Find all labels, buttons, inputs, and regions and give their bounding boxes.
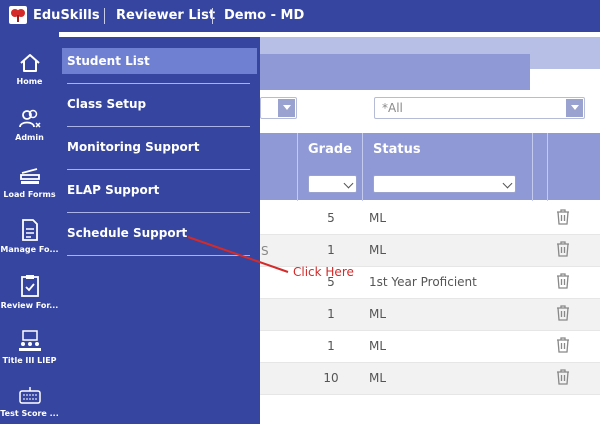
- status-cell: ML: [369, 243, 387, 257]
- sidebar-item-label: Test Score ...: [0, 409, 59, 418]
- status-cell: 1st Year Proficient: [369, 275, 477, 289]
- column-divider: [297, 133, 298, 201]
- classroom-icon: [18, 330, 41, 351]
- navigation-dropdown-menu: Student List Class Setup Monitoring Supp…: [59, 37, 260, 424]
- grade-cell: 1: [327, 243, 335, 257]
- status-cell: ML: [369, 339, 387, 353]
- classes-label: Classes: [320, 97, 371, 111]
- sidebar-item-label: Review For...: [0, 301, 59, 310]
- table-row[interactable]: 10 ML: [260, 363, 600, 395]
- sidebar-item-admin[interactable]: Admin: [0, 108, 59, 142]
- status-cell: ML: [369, 371, 387, 385]
- table-header: Grade Status: [260, 133, 600, 201]
- trash-icon[interactable]: [556, 369, 570, 385]
- menu-divider: [67, 83, 250, 84]
- grade-cell: 1: [327, 307, 335, 321]
- table-row[interactable]: 5 ML: [260, 203, 600, 235]
- divider: [212, 8, 213, 24]
- sidebar-item-test-score[interactable]: Test Score ...: [0, 386, 59, 418]
- trash-icon[interactable]: [556, 273, 570, 289]
- column-divider: [547, 133, 548, 201]
- sidebar: Home Admin Load Forms Manage Fo... Revie…: [0, 32, 59, 424]
- menu-divider: [67, 212, 250, 213]
- menu-divider: [67, 169, 250, 170]
- grade-cell: 1: [327, 339, 335, 353]
- sidebar-item-label: Home: [16, 77, 43, 86]
- table-row[interactable]: 1 ML: [260, 235, 600, 267]
- sidebar-item-manage-forms[interactable]: Manage Fo...: [0, 218, 59, 254]
- partial-cell-text: S: [261, 244, 269, 258]
- grade-cell: 5: [327, 211, 335, 225]
- sidebar-item-load-forms[interactable]: Load Forms: [0, 167, 59, 199]
- eduskills-logo-icon[interactable]: [9, 6, 27, 24]
- admin-users-icon: [18, 109, 41, 128]
- clipboard-check-icon: [20, 275, 39, 297]
- sidebar-item-home[interactable]: Home: [0, 52, 59, 86]
- status-cell: ML: [369, 307, 387, 321]
- document-icon: [21, 219, 38, 241]
- status-filter-select[interactable]: [373, 175, 516, 193]
- menu-item-class-setup[interactable]: Class Setup: [62, 91, 257, 117]
- menu-divider: [67, 255, 250, 256]
- app-name[interactable]: EduSkills: [33, 0, 100, 32]
- sidebar-item-review-forms[interactable]: Review For...: [0, 274, 59, 310]
- sidebar-item-label: Manage Fo...: [0, 245, 59, 254]
- column-divider: [532, 133, 533, 201]
- trash-icon[interactable]: [556, 337, 570, 353]
- menu-item-monitoring-support[interactable]: Monitoring Support: [62, 134, 257, 160]
- sidebar-item-label: Admin: [15, 133, 44, 142]
- divider: [104, 8, 105, 24]
- classes-select-value: *All: [382, 101, 403, 115]
- trash-icon[interactable]: [556, 241, 570, 257]
- click-here-annotation: Click Here: [293, 265, 354, 279]
- grade-filter-select[interactable]: [308, 175, 357, 193]
- menu-item-elap-support[interactable]: ELAP Support: [62, 177, 257, 203]
- column-header-status[interactable]: Status: [373, 142, 421, 157]
- breadcrumb-demo-md[interactable]: Demo - MD: [224, 0, 304, 32]
- trash-icon[interactable]: [556, 209, 570, 225]
- breadcrumb-reviewer-list[interactable]: Reviewer List: [116, 0, 215, 32]
- status-cell: ML: [369, 211, 387, 225]
- column-header-grade[interactable]: Grade: [308, 142, 352, 157]
- keyboard-icon: [18, 387, 41, 404]
- grade-cell: 10: [323, 371, 339, 385]
- sidebar-item-label: Title III LIEP: [2, 356, 57, 365]
- column-divider: [362, 133, 363, 201]
- filter-dropdown[interactable]: [260, 97, 297, 119]
- scanner-icon: [19, 168, 40, 184]
- classes-select[interactable]: *All: [374, 97, 585, 119]
- menu-divider: [67, 126, 250, 127]
- chevron-down-icon: [566, 99, 583, 117]
- table-row[interactable]: 1 ML: [260, 331, 600, 363]
- sidebar-item-label: Load Forms: [3, 190, 56, 199]
- trash-icon[interactable]: [556, 305, 570, 321]
- sidebar-item-title-iii-liep[interactable]: Title III LIEP: [0, 329, 59, 365]
- menu-item-schedule-support[interactable]: Schedule Support: [62, 220, 257, 246]
- top-bar: EduSkills Reviewer List Demo - MD: [0, 0, 600, 32]
- table-row[interactable]: 1 ML: [260, 299, 600, 331]
- menu-item-student-list[interactable]: Student List: [62, 48, 257, 74]
- chevron-down-icon: [278, 99, 295, 117]
- home-icon: [19, 54, 40, 72]
